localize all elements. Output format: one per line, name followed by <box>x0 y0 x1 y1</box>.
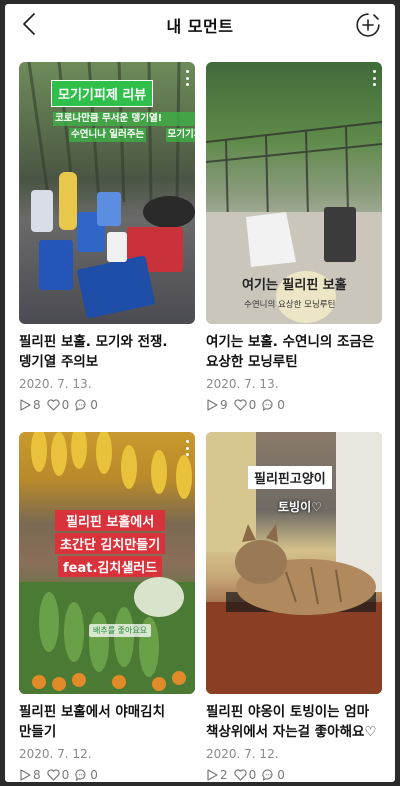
moment-stats: 8 0 0 <box>19 768 195 782</box>
thumbnail-caption: 필리핀 보홀에서 초간단 김치만들기 feat.김치샐러드 <box>55 510 166 577</box>
heart-icon <box>233 399 247 411</box>
play-count: 2 <box>206 768 228 782</box>
comment-icon <box>262 399 273 411</box>
thumbnail-heading: 여기는 필리핀 보홀 <box>242 278 347 293</box>
comment-count-value: 0 <box>277 398 285 412</box>
play-icon <box>20 399 31 411</box>
moment-title: 필리핀 야옹이 토빙이는 엄마 책상위에서 자는걸 좋아해요♡ <box>206 704 377 740</box>
play-count: 9 <box>206 398 228 412</box>
moment-date: 2020. 7. 12. <box>206 747 279 761</box>
play-count-value: 2 <box>220 768 228 782</box>
play-icon <box>207 769 218 781</box>
moment-thumbnail[interactable]: 필리핀고양이 토빙이♡ <box>206 432 382 694</box>
moment-thumbnail[interactable]: 모기기피제 리뷰 코로나만큼 무서운 뎅기열! 수연니나 일러주는 모기기피제 … <box>19 62 195 324</box>
moment-date: 2020. 7. 13. <box>19 377 92 391</box>
moment-card[interactable]: 모기기피제 리뷰 코로나만큼 무서운 뎅기열! 수연니나 일러주는 모기기피제 … <box>19 62 195 412</box>
comment-count-value: 0 <box>277 768 285 782</box>
thumbnail-heading: 필리핀고양이 <box>248 466 332 489</box>
comment-count: 0 <box>75 768 98 782</box>
comment-icon <box>262 769 273 781</box>
heart-icon <box>46 769 60 781</box>
page-title: 내 모먼트 <box>166 17 234 36</box>
like-count-value: 0 <box>248 398 257 412</box>
like-count-value: 0 <box>61 768 70 782</box>
thumbnail-heading: 모기기피제 리뷰 <box>51 80 154 107</box>
like-count-value: 0 <box>248 768 257 782</box>
moment-stats: 9 0 0 <box>206 398 382 412</box>
add-circle-icon[interactable] <box>355 12 381 38</box>
moment-stats: 8 0 0 <box>19 398 195 412</box>
moment-title: 필리핀 보홀. 모기와 전쟁. 뎅기열 주의보 <box>19 334 168 370</box>
moment-thumbnail[interactable]: 여기는 필리핀 보홀 수연니의 요상한 모닝루틴 <box>206 62 382 324</box>
play-count: 8 <box>19 768 41 782</box>
more-options-icon[interactable] <box>185 70 189 86</box>
screen: 내 모먼트 모기기피제 리뷰 코로나만큼 무서운 뎅기열! 수연니나 일러주는 … <box>5 4 395 782</box>
like-count: 0 <box>46 398 70 412</box>
caption-line: 초간단 김치만들기 <box>55 533 166 554</box>
play-count-value: 9 <box>220 398 228 412</box>
play-count-value: 8 <box>33 398 41 412</box>
moment-title: 필리핀 보홀에서 야매김치 만들기 <box>19 704 166 740</box>
comment-count: 0 <box>75 398 98 412</box>
caption-line: 모기기피제 리뷰 <box>165 128 195 142</box>
thumbnail-caption: 코로나만큼 무서운 뎅기열! 수연니나 일러주는 모기기피제 리뷰 <box>53 112 195 144</box>
caption-line: 코로나만큼 무서운 뎅기열! <box>53 112 195 126</box>
like-count: 0 <box>46 768 70 782</box>
moment-card[interactable]: 필리핀고양이 토빙이♡ 필리핀 야옹이 토빙이는 엄마 책상위에서 자는걸 좋아… <box>206 432 382 782</box>
play-count-value: 8 <box>33 768 41 782</box>
moment-date: 2020. 7. 13. <box>206 377 279 391</box>
caption-line: 수연니나 일러주는 <box>69 128 147 142</box>
top-bar: 내 모먼트 <box>5 4 395 46</box>
moment-date: 2020. 7. 12. <box>19 747 92 761</box>
moment-card[interactable]: 필리핀 보홀에서 초간단 김치만들기 feat.김치샐러드 배추를 좋아요요 필… <box>19 432 195 782</box>
like-count: 0 <box>233 398 257 412</box>
comment-count-value: 0 <box>90 768 98 782</box>
thumbnail-tag: 배추를 좋아요요 <box>89 624 152 637</box>
comment-count-value: 0 <box>90 398 98 412</box>
caption-line: feat.김치샐러드 <box>58 556 163 577</box>
caption-line: 필리핀 보홀에서 <box>55 510 166 531</box>
like-count-value: 0 <box>61 398 70 412</box>
play-icon <box>20 769 31 781</box>
heart-icon <box>46 399 60 411</box>
comment-icon <box>75 399 86 411</box>
thumbnail-heading-text: 모기기피제 리뷰 <box>58 88 147 103</box>
comment-count: 0 <box>262 768 285 782</box>
comment-icon <box>75 769 86 781</box>
moment-stats: 2 0 0 <box>206 768 382 782</box>
play-icon <box>207 399 218 411</box>
thumbnail-caption: 수연니의 요상한 모닝루틴 <box>244 300 336 310</box>
play-count: 8 <box>19 398 41 412</box>
moment-title: 여기는 보홀. 수연니의 조금은 요상한 모닝루틴 <box>206 334 375 370</box>
comment-count: 0 <box>262 398 285 412</box>
more-options-icon[interactable] <box>372 70 376 86</box>
heart-icon <box>233 769 247 781</box>
moment-card[interactable]: 여기는 필리핀 보홀 수연니의 요상한 모닝루틴 여기는 보홀. 수연니의 조금… <box>206 62 382 412</box>
thumbnail-caption: 토빙이♡ <box>278 500 322 514</box>
like-count: 0 <box>233 768 257 782</box>
moment-thumbnail[interactable]: 필리핀 보홀에서 초간단 김치만들기 feat.김치샐러드 배추를 좋아요요 <box>19 432 195 694</box>
back-chevron-icon[interactable] <box>19 12 41 36</box>
more-options-icon[interactable] <box>185 440 189 456</box>
